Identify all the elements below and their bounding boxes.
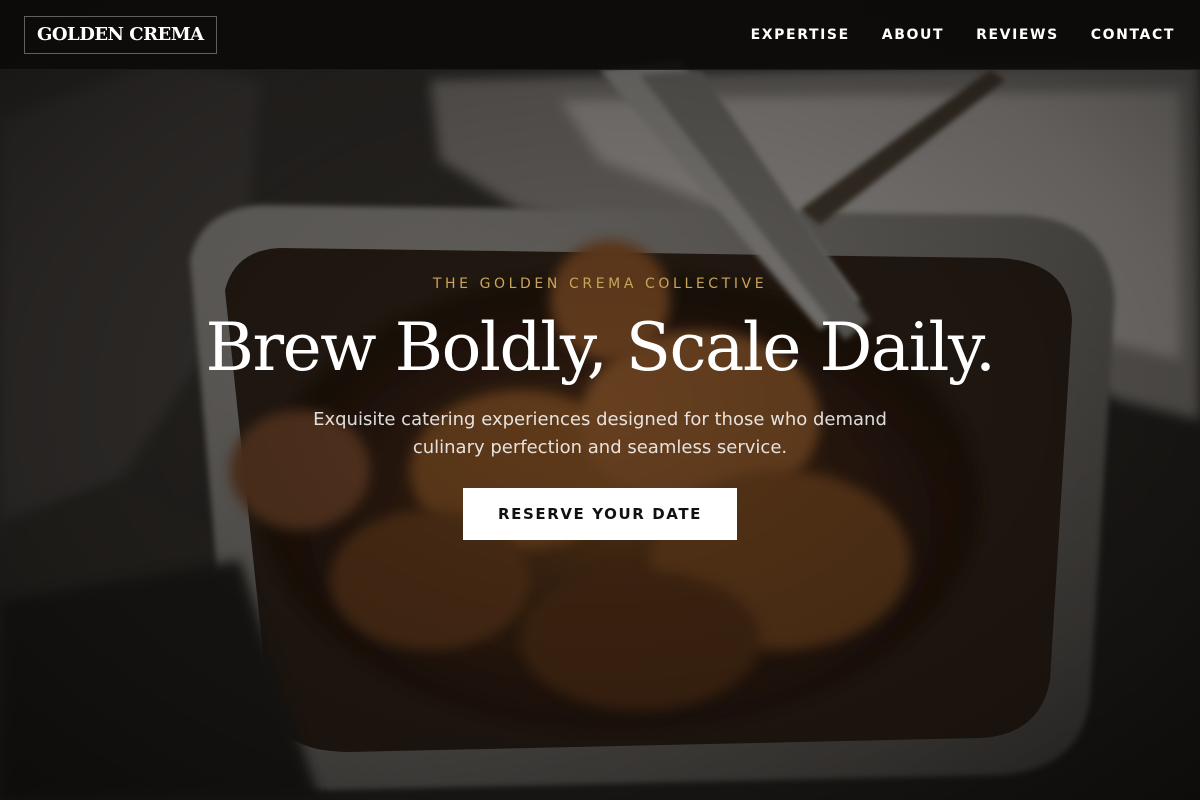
hero-eyebrow: THE GOLDEN CREMA COLLECTIVE bbox=[432, 276, 768, 292]
nav-link-contact[interactable]: CONTACT bbox=[1091, 27, 1175, 43]
nav-link-expertise[interactable]: EXPERTISE bbox=[751, 27, 850, 43]
hero-headline: Brew Boldly, Scale Daily. bbox=[205, 309, 996, 386]
site-header: GOLDEN CREMA EXPERTISE ABOUT REVIEWS CON… bbox=[0, 0, 1200, 70]
landing-page: GOLDEN CREMA EXPERTISE ABOUT REVIEWS CON… bbox=[0, 0, 1200, 800]
hero-section: THE GOLDEN CREMA COLLECTIVE Brew Boldly,… bbox=[0, 0, 1200, 800]
hero-subtext: Exquisite catering experiences designed … bbox=[313, 409, 887, 458]
main-nav: EXPERTISE ABOUT REVIEWS CONTACT bbox=[751, 27, 1175, 43]
nav-link-reviews[interactable]: REVIEWS bbox=[976, 27, 1059, 43]
logo[interactable]: GOLDEN CREMA bbox=[24, 15, 217, 54]
reserve-date-button[interactable]: RESERVE YOUR DATE bbox=[463, 488, 737, 540]
nav-link-about[interactable]: ABOUT bbox=[882, 27, 944, 43]
